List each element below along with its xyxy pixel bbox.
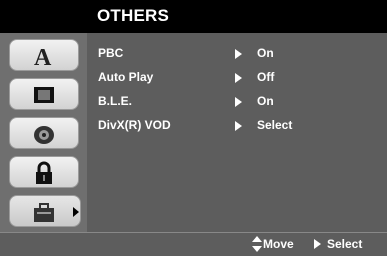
menu-item-label: Auto Play: [98, 70, 154, 84]
select-label: Select: [327, 237, 363, 251]
language-icon: A: [34, 45, 52, 68]
tab-lock[interactable]: [9, 156, 79, 188]
menu-panel: PBC On Auto Play Off B.L.E. On DivX(R) V…: [87, 33, 387, 232]
right-arrow-icon: [235, 49, 242, 59]
audio-icon: [34, 126, 54, 144]
selected-arrow-icon: [73, 207, 79, 217]
move-label: Move: [263, 237, 294, 251]
menu-item-label: DivX(R) VOD: [98, 118, 171, 132]
tab-others[interactable]: [9, 195, 81, 227]
tab-audio[interactable]: [9, 117, 79, 149]
svg-text:A: A: [34, 45, 52, 68]
menu-row-ble[interactable]: B.L.E. On: [87, 92, 387, 112]
others-icon: [34, 203, 54, 222]
menu-item-value: On: [257, 94, 274, 108]
footer-hints: Move Select: [0, 232, 387, 256]
up-down-arrow-icon: [252, 236, 262, 252]
sidebar: A: [0, 33, 87, 232]
osd-screen: OTHERS A PBC On Auto Play Off B.L.E. On …: [0, 0, 387, 256]
right-arrow-icon: [235, 73, 242, 83]
menu-item-value: On: [257, 46, 274, 60]
menu-item-label: B.L.E.: [98, 94, 133, 108]
lock-icon: [36, 161, 52, 184]
right-arrow-icon: [235, 97, 242, 107]
menu-row-auto-play[interactable]: Auto Play Off: [87, 68, 387, 88]
menu-item-value: Off: [257, 70, 275, 84]
menu-item-label: PBC: [98, 46, 124, 60]
select-hint: Select: [314, 237, 363, 251]
menu-row-divx-vod[interactable]: DivX(R) VOD Select: [87, 116, 387, 136]
menu-row-pbc[interactable]: PBC On: [87, 44, 387, 64]
move-hint: Move: [252, 236, 294, 252]
tab-language[interactable]: A: [9, 39, 79, 71]
tab-display[interactable]: [9, 78, 79, 110]
menu-item-value: Select: [257, 118, 293, 132]
display-icon: [34, 87, 54, 103]
right-arrow-icon: [314, 239, 321, 249]
page-title: OTHERS: [97, 6, 170, 25]
right-arrow-icon: [235, 121, 242, 131]
title-bar: OTHERS: [0, 0, 387, 33]
